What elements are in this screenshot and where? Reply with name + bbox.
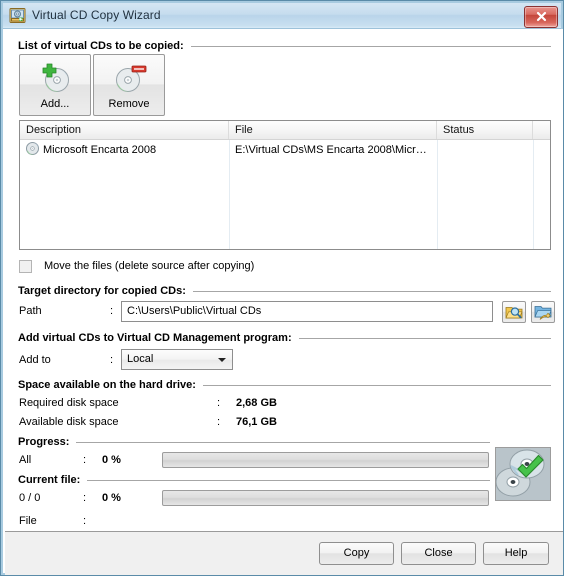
- current-file-value-separator: :: [83, 515, 87, 527]
- shared-folder-icon: [532, 304, 554, 320]
- row-description-cell: Microsoft Encarta 2008: [20, 140, 229, 160]
- add-to-value: Local: [127, 353, 154, 365]
- virtual-cd-list[interactable]: Description File Status Microsoft Encart…: [19, 120, 551, 250]
- dialog-footer: Copy Close Help: [5, 531, 563, 575]
- row-description-text: Microsoft Encarta 2008: [43, 144, 157, 156]
- progress-bar-all: [162, 452, 489, 468]
- add-to-label: Add to: [19, 354, 51, 366]
- table-row[interactable]: Microsoft Encarta 2008 E:\Virtual CDs\MS…: [20, 140, 550, 160]
- add-to-separator: :: [110, 354, 114, 366]
- browse-folder-button[interactable]: [502, 301, 526, 323]
- target-section-heading: Target directory for copied CDs:: [18, 284, 551, 298]
- current-file-label: File: [19, 515, 37, 527]
- group-rule: [190, 46, 551, 47]
- path-separator: :: [110, 305, 114, 317]
- remove-cd-button-label: Remove: [108, 98, 150, 110]
- chevron-down-icon: [218, 358, 226, 362]
- column-separator-1: [229, 140, 230, 249]
- title-bar[interactable]: Virtual CD Copy Wizard: [3, 3, 561, 29]
- list-section-heading: List of virtual CDs to be copied:: [18, 39, 551, 53]
- group-rule: [202, 385, 551, 386]
- cd-add-icon: [36, 61, 74, 98]
- column-header-status[interactable]: Status: [437, 121, 533, 139]
- space-section-heading: Space available on the hard drive:: [18, 378, 551, 392]
- group-rule: [298, 338, 551, 339]
- current-file-separator: :: [83, 492, 87, 504]
- current-file-count: 0 / 0: [19, 492, 41, 504]
- add-to-select[interactable]: Local: [121, 349, 233, 370]
- required-space-label: Required disk space: [19, 397, 119, 409]
- column-header-file[interactable]: File: [229, 121, 437, 139]
- help-button[interactable]: Help: [483, 542, 549, 565]
- available-space-separator: :: [217, 416, 221, 428]
- cd-remove-icon: [110, 61, 148, 98]
- add-cd-button[interactable]: Add...: [19, 54, 91, 116]
- current-file-heading: Current file:: [18, 473, 490, 487]
- column-header-extra[interactable]: [533, 121, 550, 139]
- network-folder-button[interactable]: [531, 301, 555, 323]
- row-status-cell: [437, 140, 533, 160]
- progress-file-percent: 0 %: [102, 492, 121, 504]
- column-header-description[interactable]: Description: [20, 121, 229, 139]
- group-rule: [87, 480, 490, 481]
- progress-all-separator: :: [83, 454, 87, 466]
- add-cd-button-label: Add...: [40, 98, 70, 110]
- close-icon: [536, 11, 546, 22]
- column-separator-2: [437, 140, 438, 249]
- virtual-cd-copy-wizard-window: Virtual CD Copy Wizard List of virtual C…: [0, 0, 564, 576]
- progress-all-percent: 0 %: [102, 454, 121, 466]
- required-space-separator: :: [217, 397, 221, 409]
- progress-all-label: All: [19, 454, 32, 466]
- move-files-label: Move the files (delete source after copy…: [44, 260, 255, 272]
- row-file-cell: E:\Virtual CDs\MS Encarta 2008\Micr…: [235, 144, 427, 156]
- copy-button[interactable]: Copy: [319, 542, 394, 565]
- close-button[interactable]: Close: [401, 542, 476, 565]
- dialog-client-area: List of virtual CDs to be copied: Add...: [5, 29, 563, 575]
- available-space-value: 76,1 GB: [236, 416, 277, 428]
- progress-section-heading: Progress:: [18, 435, 490, 449]
- browse-folder-icon: [503, 304, 525, 320]
- progress-bar-file: [162, 490, 489, 506]
- virtual-cd-wizard-icon: [9, 7, 27, 25]
- target-path-input[interactable]: C:\Users\Public\Virtual CDs: [121, 301, 493, 322]
- window-title: Virtual CD Copy Wizard: [32, 8, 161, 22]
- available-space-label: Available disk space: [19, 416, 119, 428]
- move-files-checkbox[interactable]: [19, 260, 32, 273]
- path-label: Path: [19, 305, 42, 317]
- management-section-heading: Add virtual CDs to Virtual CD Management…: [18, 331, 551, 345]
- close-window-button[interactable]: [524, 6, 558, 28]
- cd-copy-check-icon: [495, 447, 551, 501]
- remove-cd-button[interactable]: Remove: [93, 54, 165, 116]
- column-separator-3: [533, 140, 534, 249]
- required-space-value: 2,68 GB: [236, 397, 277, 409]
- row-extra-cell: [533, 140, 550, 160]
- list-header-row: Description File Status: [20, 121, 550, 140]
- group-rule: [76, 442, 490, 443]
- cd-disc-icon: [26, 142, 39, 158]
- group-rule: [192, 291, 551, 292]
- window-inner-frame: Virtual CD Copy Wizard List of virtual C…: [1, 1, 563, 575]
